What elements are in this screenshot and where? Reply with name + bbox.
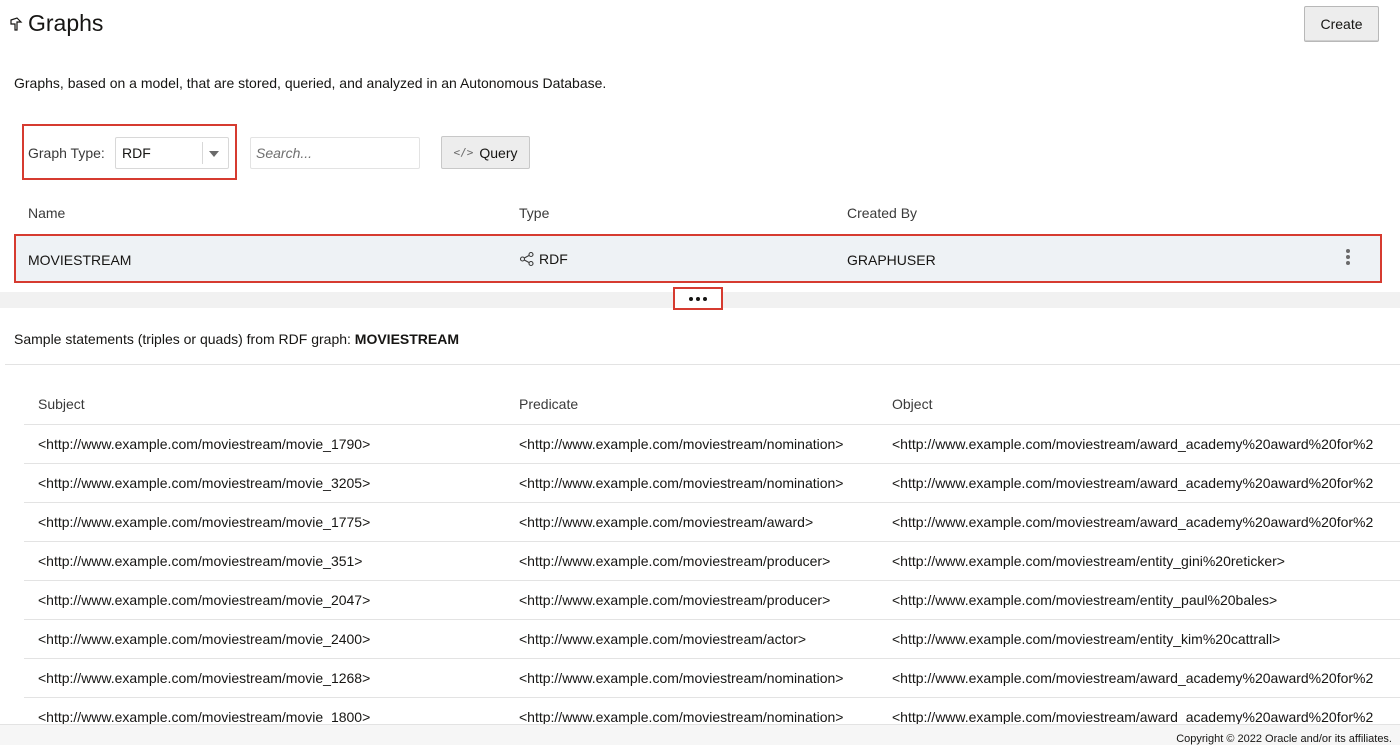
predicate-cell: <http://www.example.com/moviestream/nomi… (519, 436, 844, 452)
object-cell: <http://www.example.com/moviestream/enti… (892, 631, 1281, 647)
chevron-down-icon[interactable] (209, 151, 219, 157)
table-row[interactable]: <http://www.example.com/moviestream/movi… (24, 581, 1400, 620)
page-title: Graphs (8, 10, 103, 37)
page-description: Graphs, based on a model, that are store… (14, 75, 607, 91)
kebab-menu-icon[interactable] (1344, 249, 1352, 269)
code-icon: </> (453, 146, 474, 159)
object-cell: <http://www.example.com/moviestream/awar… (892, 436, 1374, 452)
graph-created-by-cell: GRAPHUSER (847, 252, 936, 268)
table-row[interactable]: <http://www.example.com/moviestream/movi… (24, 659, 1400, 698)
predicate-cell: <http://www.example.com/moviestream/acto… (519, 631, 807, 647)
page-title-text: Graphs (28, 10, 104, 36)
object-cell: <http://www.example.com/moviestream/awar… (892, 475, 1374, 491)
splitter-handle[interactable] (673, 287, 723, 310)
predicate-cell: <http://www.example.com/moviestream/nomi… (519, 709, 844, 725)
predicate-cell: <http://www.example.com/moviestream/prod… (519, 592, 831, 608)
column-header-type[interactable]: Type (519, 205, 549, 221)
subject-cell: <http://www.example.com/moviestream/movi… (38, 475, 371, 491)
subject-cell: <http://www.example.com/moviestream/movi… (38, 670, 371, 686)
column-header-created-by[interactable]: Created By (847, 205, 917, 221)
subject-cell: <http://www.example.com/moviestream/movi… (38, 436, 371, 452)
object-cell: <http://www.example.com/moviestream/enti… (892, 592, 1278, 608)
object-cell: <http://www.example.com/moviestream/enti… (892, 553, 1285, 569)
sample-title-prefix: Sample statements (triples or quads) fro… (14, 331, 351, 347)
create-button[interactable]: Create (1304, 6, 1379, 42)
graph-type-value: RDF (122, 145, 151, 161)
graph-type-label: Graph Type: (28, 145, 105, 161)
sample-graph-name: MOVIESTREAM (354, 331, 460, 347)
table-row[interactable]: MOVIESTREAM RDF GRAPHUSER (14, 234, 1382, 283)
predicate-cell: <http://www.example.com/moviestream/nomi… (519, 670, 844, 686)
page-footer: Copyright © 2022 Oracle and/or its affil… (0, 724, 1400, 745)
table-row[interactable]: <http://www.example.com/moviestream/movi… (24, 503, 1400, 542)
table-row[interactable]: <http://www.example.com/moviestream/movi… (24, 425, 1400, 464)
select-divider (202, 142, 203, 164)
subject-cell: <http://www.example.com/moviestream/movi… (38, 709, 371, 725)
graph-network-icon (519, 251, 534, 267)
table-row[interactable]: <http://www.example.com/moviestream/movi… (24, 464, 1400, 503)
subject-cell: <http://www.example.com/moviestream/movi… (38, 553, 363, 569)
column-header-subject[interactable]: Subject (38, 396, 85, 412)
triples-table: Subject Predicate Object <http://www.exa… (24, 384, 1400, 737)
table-row[interactable]: <http://www.example.com/moviestream/movi… (24, 620, 1400, 659)
subject-cell: <http://www.example.com/moviestream/movi… (38, 592, 371, 608)
sample-title: Sample statements (triples or quads) fro… (14, 331, 459, 347)
subject-cell: <http://www.example.com/moviestream/movi… (38, 514, 371, 530)
graphs-table-header: Name Type Created By (0, 196, 1400, 232)
object-cell: <http://www.example.com/moviestream/awar… (892, 670, 1374, 686)
query-button[interactable]: </> Query (441, 136, 530, 169)
object-cell: <http://www.example.com/moviestream/awar… (892, 514, 1374, 530)
predicate-cell: <http://www.example.com/moviestream/nomi… (519, 475, 844, 491)
table-row[interactable]: <http://www.example.com/moviestream/movi… (24, 542, 1400, 581)
graph-nav-icon (10, 16, 23, 31)
page-header: Graphs Create (0, 0, 1400, 52)
graph-type-select[interactable]: RDF (115, 137, 229, 169)
triples-table-header: Subject Predicate Object (24, 384, 1400, 425)
divider (5, 364, 1400, 365)
predicate-cell: <http://www.example.com/moviestream/prod… (519, 553, 831, 569)
query-button-label: Query (479, 144, 518, 161)
column-header-predicate[interactable]: Predicate (519, 396, 578, 412)
graph-type-text: RDF (539, 251, 568, 267)
predicate-cell: <http://www.example.com/moviestream/awar… (519, 514, 814, 530)
column-header-object[interactable]: Object (892, 396, 932, 412)
subject-cell: <http://www.example.com/moviestream/movi… (38, 631, 371, 647)
copyright-text: Copyright © 2022 Oracle and/or its affil… (1176, 733, 1392, 745)
object-cell: <http://www.example.com/moviestream/awar… (892, 709, 1374, 725)
graph-type-cell: RDF (519, 251, 568, 267)
column-header-name[interactable]: Name (28, 205, 65, 221)
graph-name-cell: MOVIESTREAM (28, 252, 132, 268)
search-input[interactable] (250, 137, 420, 169)
